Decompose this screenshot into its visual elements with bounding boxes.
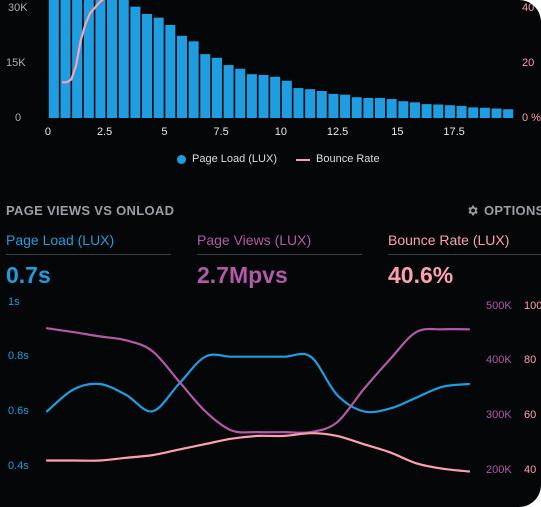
line-chart-plot [45,327,471,473]
dashboard-screen: 30K 15K 0 0 % 20 40 0 2.5 5 7.5 10 12.5 15 17.5… [0,0,541,507]
page-views-line [45,327,471,434]
page-load-line [45,352,471,414]
bounce-rate-line [45,432,471,473]
